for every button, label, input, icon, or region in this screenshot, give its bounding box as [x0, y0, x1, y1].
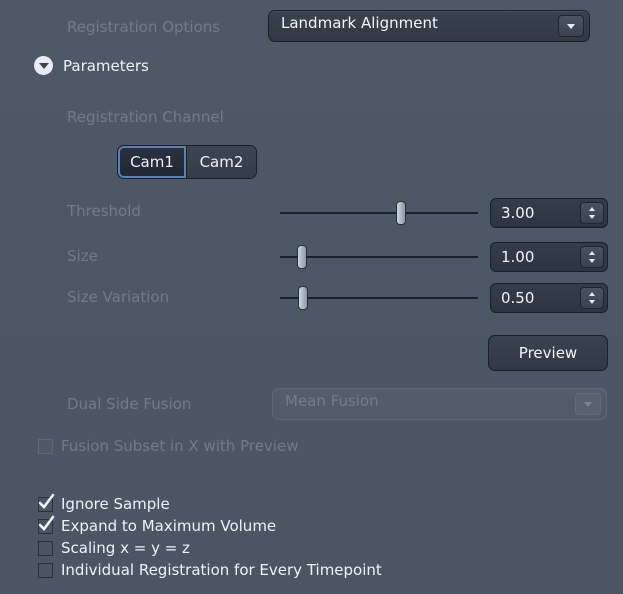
ignore-sample-checkbox-row[interactable]: Ignore Sample	[38, 493, 170, 513]
size-variation-spinbox[interactable]: 0.50	[490, 283, 608, 313]
scaling-checkbox-row[interactable]: Scaling x = y = z	[38, 539, 190, 557]
ignore-sample-label: Ignore Sample	[61, 495, 170, 513]
dual-side-fusion-dropdown[interactable]: Mean Fusion	[272, 388, 607, 420]
size-slider-handle[interactable]	[297, 245, 307, 269]
individual-registration-label: Individual Registration for Every Timepo…	[61, 561, 382, 579]
preview-button[interactable]: Preview	[488, 335, 608, 371]
size-label: Size	[67, 247, 98, 265]
registration-options-label: Registration Options	[67, 18, 221, 36]
dual-side-fusion-value: Mean Fusion	[285, 392, 379, 410]
threshold-spinbox[interactable]: 3.00	[490, 198, 608, 228]
stepper-arrows-icon[interactable]	[580, 287, 604, 309]
individual-registration-checkbox[interactable]	[38, 562, 53, 578]
registration-options-value: Landmark Alignment	[281, 14, 438, 32]
registration-channel-selector: Cam1 Cam2	[117, 145, 257, 179]
chevron-down-icon	[558, 15, 584, 37]
size-variation-label: Size Variation	[67, 288, 170, 306]
channel-cam2-button[interactable]: Cam2	[186, 146, 256, 178]
stepper-arrows-icon[interactable]	[580, 246, 604, 268]
chevron-down-icon	[575, 393, 601, 415]
size-spinbox[interactable]: 1.00	[490, 242, 608, 272]
dual-side-fusion-label: Dual Side Fusion	[67, 395, 192, 413]
threshold-value: 3.00	[501, 204, 535, 222]
registration-panel: Registration Options Landmark Alignment …	[0, 0, 623, 594]
scaling-label: Scaling x = y = z	[61, 539, 190, 557]
parameters-toggle[interactable]: Parameters	[34, 56, 149, 75]
threshold-label: Threshold	[67, 202, 141, 220]
threshold-slider-handle[interactable]	[396, 201, 406, 225]
fusion-subset-checkbox[interactable]	[38, 438, 53, 454]
ignore-sample-checkbox[interactable]	[38, 493, 55, 512]
expand-volume-checkbox-row[interactable]: Expand to Maximum Volume	[38, 515, 277, 535]
channel-cam1-button[interactable]: Cam1	[118, 146, 186, 178]
individual-registration-checkbox-row[interactable]: Individual Registration for Every Timepo…	[38, 561, 382, 579]
expand-volume-label: Expand to Maximum Volume	[61, 517, 277, 535]
scaling-checkbox[interactable]	[38, 540, 53, 556]
size-variation-slider-handle[interactable]	[298, 286, 308, 310]
registration-options-dropdown[interactable]: Landmark Alignment	[268, 10, 590, 42]
size-slider-track[interactable]	[280, 256, 478, 258]
fusion-subset-label: Fusion Subset in X with Preview	[61, 437, 299, 455]
stepper-arrows-icon[interactable]	[580, 202, 604, 224]
registration-channel-label: Registration Channel	[67, 108, 224, 126]
threshold-slider-track[interactable]	[280, 212, 478, 214]
collapse-toggle-icon	[34, 56, 53, 75]
expand-volume-checkbox[interactable]	[38, 515, 55, 534]
size-variation-value: 0.50	[501, 289, 535, 307]
size-variation-slider-track[interactable]	[280, 297, 478, 299]
checkmark-icon	[38, 515, 55, 531]
fusion-subset-checkbox-row[interactable]: Fusion Subset in X with Preview	[38, 437, 298, 455]
checkmark-icon	[38, 493, 55, 509]
parameters-label: Parameters	[63, 56, 149, 75]
size-value: 1.00	[501, 248, 535, 266]
